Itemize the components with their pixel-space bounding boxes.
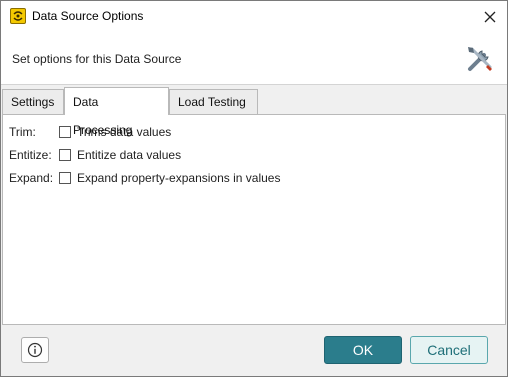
tab-load-testing[interactable]: Load Testing: [169, 89, 258, 114]
entitize-label: Entitize:: [9, 148, 52, 162]
window-title: Data Source Options: [32, 9, 144, 23]
title-bar: Data Source Options: [1, 1, 507, 32]
tab-settings[interactable]: Settings: [2, 89, 64, 114]
header-description: Set options for this Data Source: [12, 52, 182, 66]
tab-data-processing[interactable]: Data Processing: [64, 87, 169, 137]
dialog-footer: OK Cancel: [1, 325, 507, 376]
trim-label: Trim:: [9, 125, 36, 139]
trim-checkbox[interactable]: [59, 126, 71, 138]
entitize-option-row: Entitize: Entitize data values: [9, 147, 181, 163]
info-icon: [27, 342, 43, 358]
expand-checkbox[interactable]: [59, 172, 71, 184]
tab-panel-data-processing: Trim: Trims data values Entitize: Entiti…: [2, 114, 506, 325]
expand-text[interactable]: Expand property-expansions in values: [77, 171, 280, 185]
tools-icon: [464, 43, 496, 78]
soapui-icon: [10, 8, 26, 24]
tab-bar: Settings Data Processing Load Testing: [1, 87, 507, 137]
entitize-checkbox[interactable]: [59, 149, 71, 161]
expand-label: Expand:: [9, 171, 54, 185]
dialog-window: Data Source Options Set options for this…: [0, 0, 508, 377]
expand-option-row: Expand: Expand property-expansions in va…: [9, 170, 280, 186]
info-button[interactable]: [21, 337, 49, 363]
close-icon[interactable]: [473, 1, 507, 32]
cancel-button[interactable]: Cancel: [410, 336, 488, 364]
entitize-text[interactable]: Entitize data values: [77, 148, 181, 162]
ok-button[interactable]: OK: [324, 336, 402, 364]
dialog-header: Set options for this Data Source: [1, 32, 507, 85]
